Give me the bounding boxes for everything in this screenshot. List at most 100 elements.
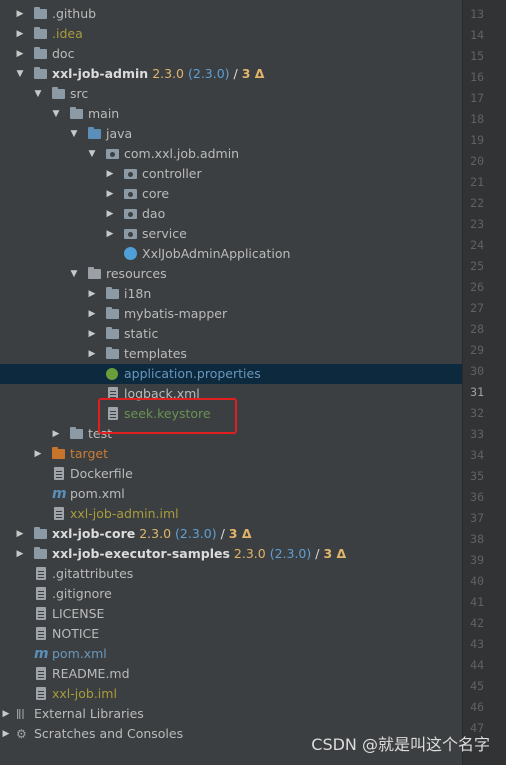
module-folder-icon — [34, 547, 50, 561]
tree-item-root-pom[interactable]: m pom.xml — [0, 644, 462, 664]
line-number: 13 — [470, 7, 484, 21]
line-number: 19 — [470, 133, 484, 147]
expand-arrow-icon[interactable]: ▶ — [0, 704, 12, 724]
line-number: 22 — [470, 196, 484, 210]
line-number: 18 — [470, 112, 484, 126]
expand-arrow-icon[interactable]: ▶ — [104, 224, 116, 244]
folder-icon — [106, 307, 122, 321]
tree-item-application-class[interactable]: XxlJobAdminApplication — [0, 244, 462, 264]
expand-arrow-icon[interactable]: ▶ — [104, 184, 116, 204]
line-number: 43 — [470, 637, 484, 651]
package-icon — [124, 207, 140, 221]
tree-item-package[interactable]: ▼ com.xxl.job.admin — [0, 144, 462, 164]
tree-item-service[interactable]: ▶ service — [0, 224, 462, 244]
tree-item-root-iml[interactable]: xxl-job.iml — [0, 684, 462, 704]
collapse-arrow-icon[interactable]: ▼ — [14, 64, 26, 84]
spring-boot-class-icon — [124, 247, 137, 260]
line-number: 35 — [470, 469, 484, 483]
expand-arrow-icon[interactable]: ▶ — [14, 4, 26, 24]
folder-icon — [34, 27, 50, 41]
package-icon — [124, 227, 140, 241]
tree-item-readme[interactable]: README.md — [0, 664, 462, 684]
collapse-arrow-icon[interactable]: ▼ — [32, 84, 44, 104]
tree-item-external-libraries[interactable]: ▶ ǁǀ External Libraries — [0, 704, 462, 724]
collapse-arrow-icon[interactable]: ▼ — [68, 264, 80, 284]
tree-item-src[interactable]: ▼ src — [0, 84, 462, 104]
line-number: 25 — [470, 259, 484, 273]
tree-item-resources[interactable]: ▼ resources — [0, 264, 462, 284]
expand-arrow-icon[interactable]: ▶ — [50, 424, 62, 444]
tree-item-gitignore[interactable]: .gitignore — [0, 584, 462, 604]
expand-arrow-icon[interactable]: ▶ — [14, 544, 26, 564]
tree-item-mybatis-mapper[interactable]: ▶ mybatis-mapper — [0, 304, 462, 324]
libraries-icon: ǁǀ — [16, 707, 25, 720]
expand-arrow-icon[interactable]: ▶ — [14, 44, 26, 64]
tree-item-xxl-job-executor-samples[interactable]: ▶ xxl-job-executor-samples 2.3.0 (2.3.0)… — [0, 544, 462, 564]
tree-item-xxl-job-core[interactable]: ▶ xxl-job-core 2.3.0 (2.3.0) / 3 Δ — [0, 524, 462, 544]
file-icon — [52, 467, 68, 481]
resources-folder-icon — [88, 267, 104, 281]
folder-icon — [106, 287, 122, 301]
expand-arrow-icon[interactable]: ▶ — [32, 444, 44, 464]
tree-item-core[interactable]: ▶ core — [0, 184, 462, 204]
line-number: 21 — [470, 175, 484, 189]
tree-item-main[interactable]: ▼ main — [0, 104, 462, 124]
file-icon — [34, 567, 50, 581]
tree-item-xxl-job-admin[interactable]: ▼ xxl-job-admin 2.3.0 (2.3.0) / 3 Δ — [0, 64, 462, 84]
tree-item-controller[interactable]: ▶ controller — [0, 164, 462, 184]
line-number: 14 — [470, 28, 484, 42]
line-number-gutter: 13 14 15 16 17 18 19 20 21 22 23 24 25 26 27 28 29 30 31 32… — [462, 0, 506, 765]
markdown-file-icon — [34, 667, 50, 681]
collapse-arrow-icon[interactable]: ▼ — [68, 124, 80, 144]
tree-item-notice[interactable]: NOTICE — [0, 624, 462, 644]
line-number: 31 — [470, 385, 484, 399]
expand-arrow-icon[interactable]: ▶ — [0, 724, 12, 744]
line-number: 20 — [470, 154, 484, 168]
line-number: 33 — [470, 427, 484, 441]
folder-icon — [70, 427, 86, 441]
line-number: 39 — [470, 553, 484, 567]
tree-item-application-properties[interactable]: application.properties — [0, 364, 462, 384]
tree-item-admin-iml[interactable]: xxl-job-admin.iml — [0, 504, 462, 524]
expand-arrow-icon[interactable]: ▶ — [86, 304, 98, 324]
folder-icon — [34, 47, 50, 61]
expand-arrow-icon[interactable]: ▶ — [14, 24, 26, 44]
line-number: 46 — [470, 700, 484, 714]
folder-icon — [34, 7, 50, 21]
tree-item-templates[interactable]: ▶ templates — [0, 344, 462, 364]
expand-arrow-icon[interactable]: ▶ — [86, 344, 98, 364]
tree-item-i18n[interactable]: ▶ i18n — [0, 284, 462, 304]
tree-item-doc[interactable]: ▶ doc — [0, 44, 462, 64]
maven-icon: m — [34, 646, 49, 662]
line-number: 27 — [470, 301, 484, 315]
tree-item-admin-pom[interactable]: m pom.xml — [0, 484, 462, 504]
text-file-icon — [34, 607, 50, 621]
line-number: 34 — [470, 448, 484, 462]
expand-arrow-icon[interactable]: ▶ — [104, 164, 116, 184]
tree-item-license[interactable]: LICENSE — [0, 604, 462, 624]
collapse-arrow-icon[interactable]: ▼ — [50, 104, 62, 124]
project-tree: ▶ .github ▶ .idea ▶ doc ▼ xxl-job-admin … — [0, 0, 462, 765]
tree-item-dao[interactable]: ▶ dao — [0, 204, 462, 224]
line-number: 37 — [470, 511, 484, 525]
line-number: 42 — [470, 616, 484, 630]
tree-item-gitattributes[interactable]: .gitattributes — [0, 564, 462, 584]
collapse-arrow-icon[interactable]: ▼ — [86, 144, 98, 164]
expand-arrow-icon[interactable]: ▶ — [86, 324, 98, 344]
expand-arrow-icon[interactable]: ▶ — [86, 284, 98, 304]
tree-item-idea[interactable]: ▶ .idea — [0, 24, 462, 44]
tree-item-dockerfile[interactable]: Dockerfile — [0, 464, 462, 484]
expand-arrow-icon[interactable]: ▶ — [104, 204, 116, 224]
folder-icon — [70, 107, 86, 121]
line-number: 23 — [470, 217, 484, 231]
line-number: 38 — [470, 532, 484, 546]
line-number: 24 — [470, 238, 484, 252]
package-icon — [106, 147, 122, 161]
line-number: 32 — [470, 406, 484, 420]
tree-item-github[interactable]: ▶ .github — [0, 4, 462, 24]
expand-arrow-icon[interactable]: ▶ — [14, 524, 26, 544]
tree-item-target[interactable]: ▶ target — [0, 444, 462, 464]
tree-item-java[interactable]: ▼ java — [0, 124, 462, 144]
tree-item-static[interactable]: ▶ static — [0, 324, 462, 344]
scratches-icon: ⚙ — [16, 727, 27, 741]
